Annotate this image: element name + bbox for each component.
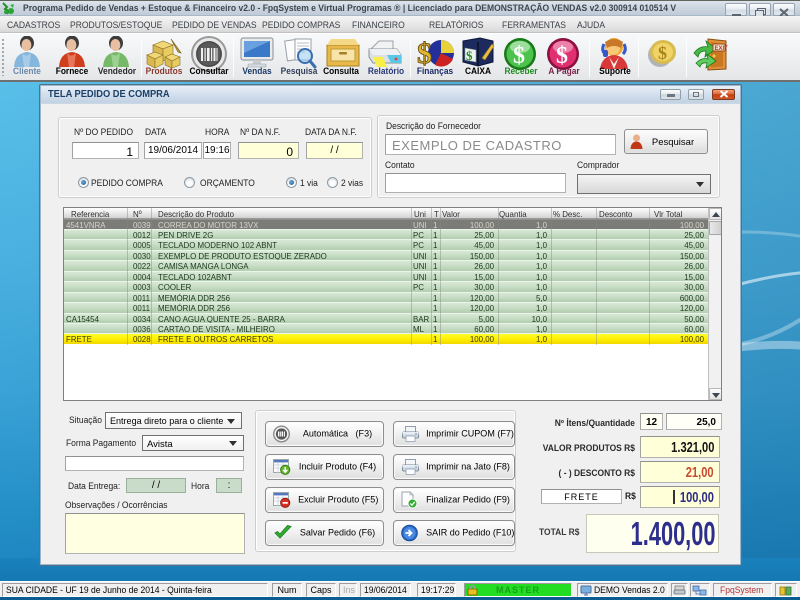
- svg-text:EXIT: EXIT: [715, 46, 729, 52]
- svg-text:$: $: [658, 43, 667, 63]
- svg-text:$: $: [466, 48, 473, 63]
